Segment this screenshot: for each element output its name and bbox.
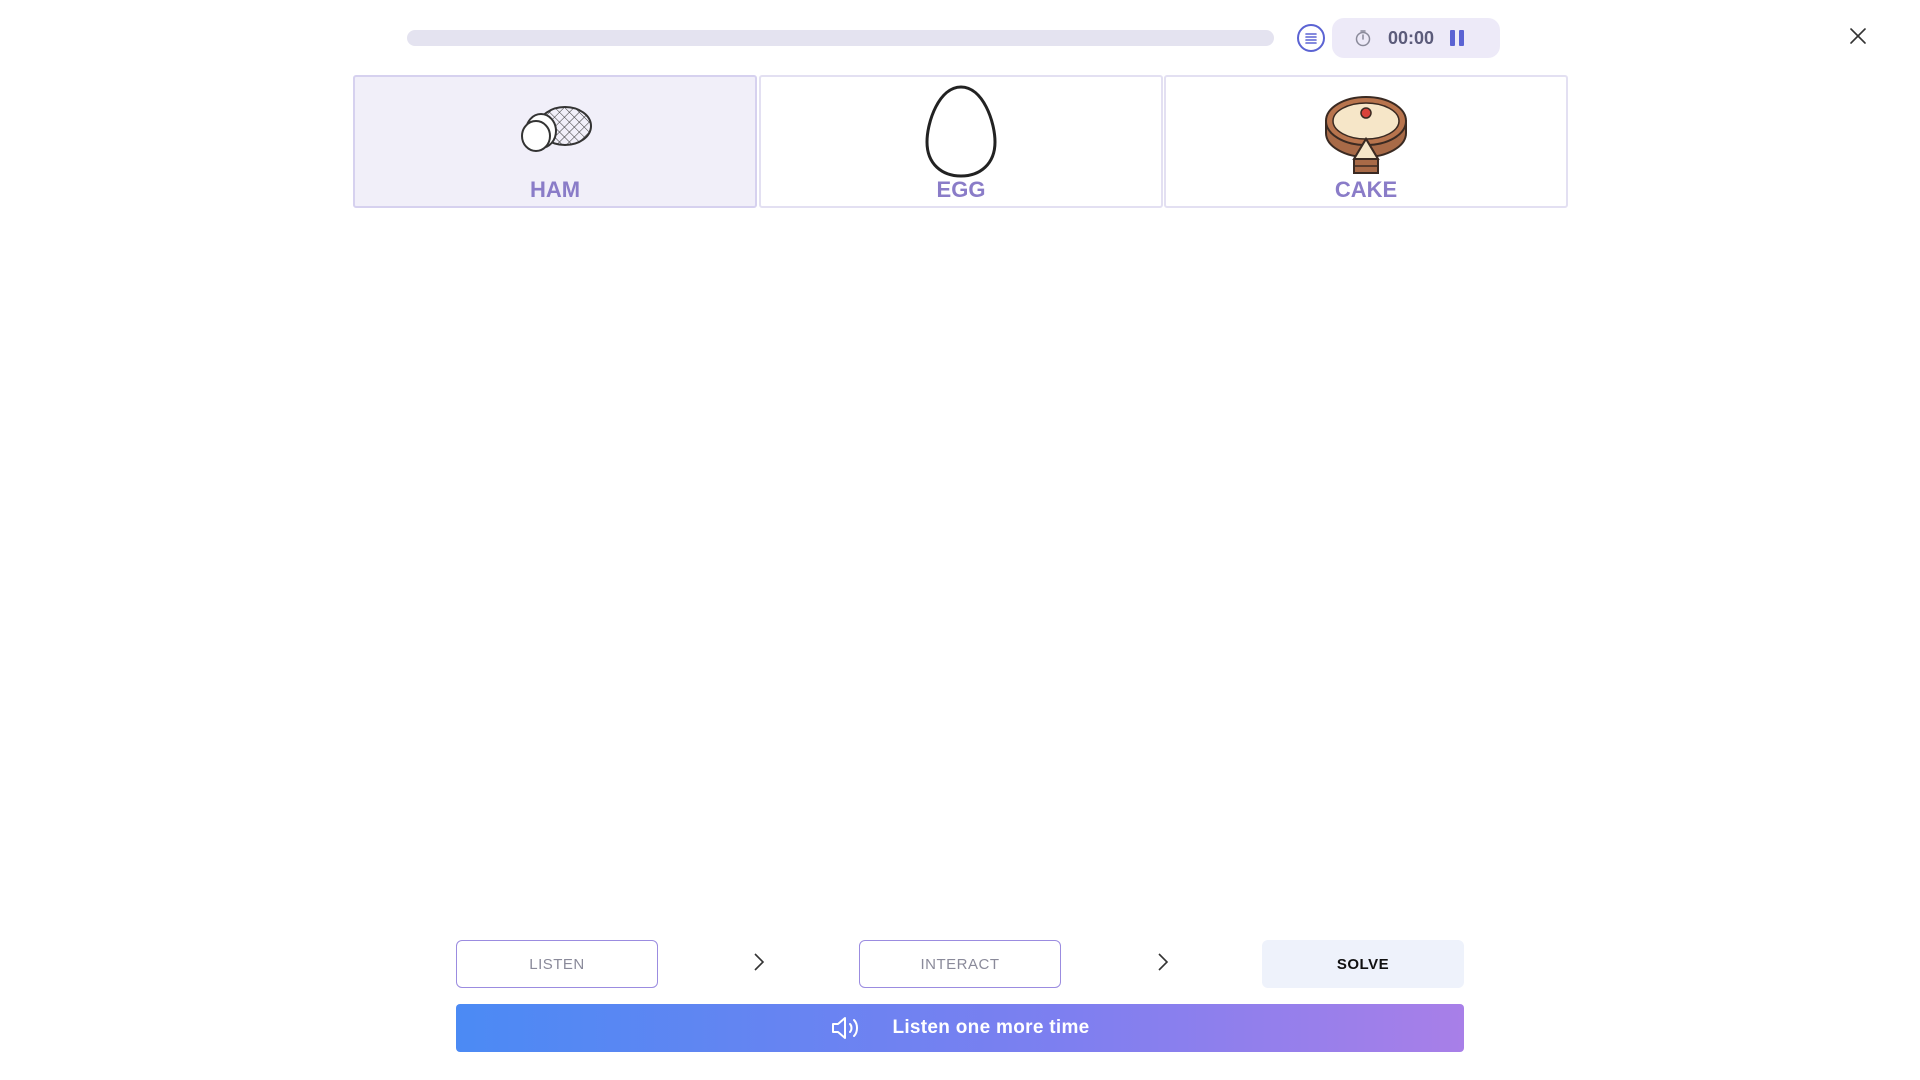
list-icon (1305, 33, 1317, 44)
menu-button[interactable] (1297, 24, 1325, 52)
close-icon[interactable] (1846, 24, 1870, 48)
egg-image (761, 83, 1161, 181)
step-listen[interactable]: LISTEN (456, 940, 658, 988)
listen-again-button[interactable]: Listen one more time (456, 1004, 1464, 1052)
step-solve[interactable]: SOLVE (1262, 940, 1464, 988)
ham-image (355, 83, 755, 181)
chevron-right-icon (1158, 953, 1169, 971)
progress-bar (407, 30, 1274, 46)
pause-icon (1450, 30, 1456, 46)
card-ham[interactable]: HAM (353, 75, 757, 208)
listen-again-label: Listen one more time (892, 1017, 1090, 1038)
card-cake[interactable]: CAKE (1164, 75, 1568, 208)
stopwatch-icon (1355, 30, 1371, 47)
timer: 00:00 (1332, 18, 1500, 58)
chevron-right-icon (754, 953, 765, 971)
card-egg[interactable]: EGG (759, 75, 1163, 208)
card-label: EGG (936, 177, 986, 202)
pause-button[interactable] (1450, 28, 1465, 48)
cake-image (1166, 83, 1566, 181)
step-interact[interactable]: INTERACT (859, 940, 1061, 988)
card-label: HAM (529, 177, 581, 202)
card-label: CAKE (1334, 177, 1398, 202)
speaker-icon (832, 1017, 859, 1039)
timer-value: 00:00 (1388, 27, 1435, 48)
